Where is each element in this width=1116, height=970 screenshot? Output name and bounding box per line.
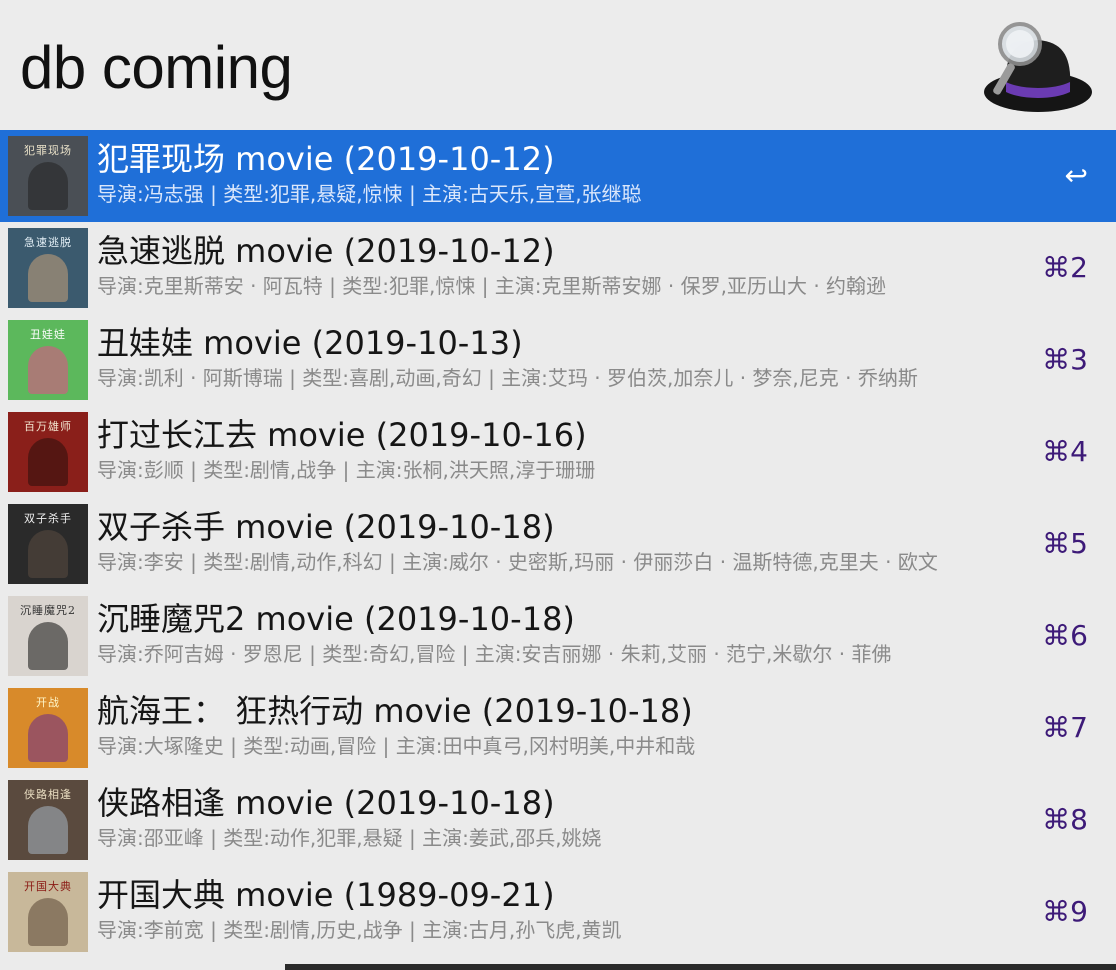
- movie-poster-thumbnail: 沉睡魔咒2: [8, 596, 88, 676]
- poster-title: 百万雄师: [24, 420, 72, 433]
- shortcut-hint: ⌘6: [1042, 619, 1088, 652]
- poster-figure: [28, 622, 68, 670]
- result-subtitle: 导演:乔阿吉姆 · 罗恩尼 | 类型:奇幻,冒险 | 主演:安吉丽娜 · 朱莉,…: [97, 642, 892, 666]
- poster-title: 急速逃脱: [24, 236, 72, 249]
- result-subtitle: 导演:李安 | 类型:剧情,动作,科幻 | 主演:威尔 · 史密斯,玛丽 · 伊…: [97, 550, 938, 574]
- launcher-window: db coming 犯罪现场 犯罪现场 movie (2019-10-12) 导演:…: [0, 0, 1116, 970]
- movie-poster-thumbnail: 开国大典: [8, 872, 88, 952]
- result-row[interactable]: 双子杀手 双子杀手 movie (2019-10-18) 导演:李安 | 类型:剧情…: [0, 498, 1116, 590]
- poster-title: 丑娃娃: [30, 328, 66, 341]
- poster-title: 犯罪现场: [24, 144, 72, 157]
- result-subtitle: 导演:大塚隆史 | 类型:动画,冒险 | 主演:田中真弓,冈村明美,中井和哉: [97, 734, 696, 758]
- shortcut-hint: ⌘9: [1042, 895, 1088, 928]
- poster-figure: [28, 254, 68, 302]
- result-row[interactable]: 开战 航海王： 狂热行动 movie (2019-10-18) 导演:大塚隆史 | …: [0, 682, 1116, 774]
- poster-figure: [28, 162, 68, 210]
- results-list: 犯罪现场 犯罪现场 movie (2019-10-12) 导演:冯志强 | 类型:犯…: [0, 130, 1116, 958]
- poster-figure: [28, 530, 68, 578]
- movie-poster-thumbnail: 双子杀手: [8, 504, 88, 584]
- movie-poster-thumbnail: 犯罪现场: [8, 136, 88, 216]
- result-row[interactable]: 急速逃脱 急速逃脱 movie (2019-10-12) 导演:克里斯蒂安 · 阿瓦…: [0, 222, 1116, 314]
- result-title: 丑娃娃 movie (2019-10-13): [97, 324, 523, 362]
- poster-figure: [28, 806, 68, 854]
- poster-title: 沉睡魔咒2: [20, 604, 76, 617]
- shortcut-hint: ⌘7: [1042, 711, 1088, 744]
- poster-figure: [28, 714, 68, 762]
- shortcut-hint: ⌘5: [1042, 527, 1088, 560]
- movie-poster-thumbnail: 百万雄师: [8, 412, 88, 492]
- movie-poster-thumbnail: 急速逃脱: [8, 228, 88, 308]
- result-title: 航海王： 狂热行动 movie (2019-10-18): [97, 692, 693, 730]
- poster-title: 双子杀手: [24, 512, 72, 525]
- result-row[interactable]: 侠路相逢 侠路相逢 movie (2019-10-18) 导演:邵亚峰 | 类型:动…: [0, 774, 1116, 866]
- result-title: 急速逃脱 movie (2019-10-12): [97, 232, 555, 270]
- movie-poster-thumbnail: 侠路相逢: [8, 780, 88, 860]
- result-title: 打过长江去 movie (2019-10-16): [97, 416, 587, 454]
- shortcut-hint: ⌘2: [1042, 251, 1088, 284]
- query-bar: db coming: [0, 0, 1116, 130]
- movie-poster-thumbnail: 丑娃娃: [8, 320, 88, 400]
- alfred-hat-icon: [984, 22, 1092, 112]
- poster-figure: [28, 346, 68, 394]
- result-title: 犯罪现场 movie (2019-10-12): [97, 140, 555, 178]
- return-key-icon: ↩: [1064, 159, 1088, 192]
- result-row[interactable]: 百万雄师 打过长江去 movie (2019-10-16) 导演:彭顺 | 类型:剧…: [0, 406, 1116, 498]
- shortcut-hint: ⌘3: [1042, 343, 1088, 376]
- result-subtitle: 导演:冯志强 | 类型:犯罪,悬疑,惊悚 | 主演:古天乐,宣萱,张继聪: [97, 182, 642, 206]
- result-title: 开国大典 movie (1989-09-21): [97, 876, 555, 914]
- result-subtitle: 导演:克里斯蒂安 · 阿瓦特 | 类型:犯罪,惊悚 | 主演:克里斯蒂安娜 · …: [97, 274, 887, 298]
- result-row[interactable]: 开国大典 开国大典 movie (1989-09-21) 导演:李前宽 | 类型:剧…: [0, 866, 1116, 958]
- poster-title: 开国大典: [24, 880, 72, 893]
- result-title: 双子杀手 movie (2019-10-18): [97, 508, 555, 546]
- poster-figure: [28, 898, 68, 946]
- poster-title: 侠路相逢: [24, 788, 72, 801]
- shortcut-hint: ⌘4: [1042, 435, 1088, 468]
- result-row[interactable]: 沉睡魔咒2 沉睡魔咒2 movie (2019-10-18) 导演:乔阿吉姆 · 罗…: [0, 590, 1116, 682]
- background-window-edge: [285, 964, 1116, 970]
- shortcut-hint: ⌘8: [1042, 803, 1088, 836]
- movie-poster-thumbnail: 开战: [8, 688, 88, 768]
- poster-figure: [28, 438, 68, 486]
- search-input[interactable]: db coming: [20, 28, 293, 108]
- poster-title: 开战: [36, 696, 60, 709]
- result-subtitle: 导演:李前宽 | 类型:剧情,历史,战争 | 主演:古月,孙飞虎,黄凯: [97, 918, 622, 942]
- result-row[interactable]: 丑娃娃 丑娃娃 movie (2019-10-13) 导演:凯利 · 阿斯博瑞 | …: [0, 314, 1116, 406]
- result-subtitle: 导演:邵亚峰 | 类型:动作,犯罪,悬疑 | 主演:姜武,邵兵,姚娆: [97, 826, 602, 850]
- result-subtitle: 导演:凯利 · 阿斯博瑞 | 类型:喜剧,动画,奇幻 | 主演:艾玛 · 罗伯茨…: [97, 366, 918, 390]
- result-title: 侠路相逢 movie (2019-10-18): [97, 784, 555, 822]
- result-row[interactable]: 犯罪现场 犯罪现场 movie (2019-10-12) 导演:冯志强 | 类型:犯…: [0, 130, 1116, 222]
- result-title: 沉睡魔咒2 movie (2019-10-18): [97, 600, 575, 638]
- result-subtitle: 导演:彭顺 | 类型:剧情,战争 | 主演:张桐,洪天照,淳于珊珊: [97, 458, 596, 482]
